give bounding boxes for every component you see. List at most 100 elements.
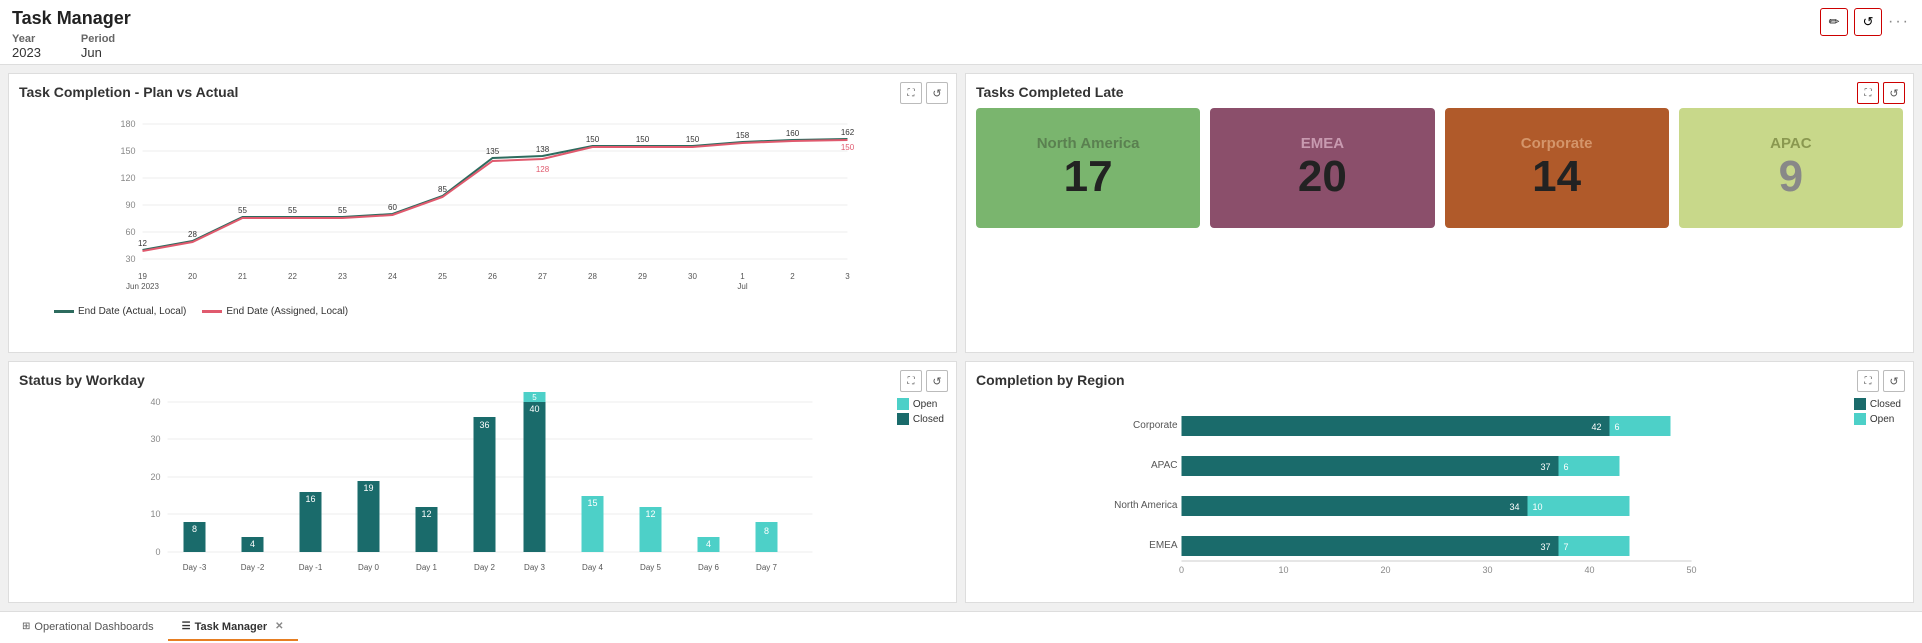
- workday-chart-svg: 0 10 20 30 40 8 Day -3 4 Day -2 16 Day -…: [19, 392, 946, 592]
- svg-text:7: 7: [1564, 542, 1569, 552]
- svg-text:24: 24: [388, 272, 397, 281]
- late-card-value-2: 14: [1532, 152, 1581, 202]
- line-chart-svg: 30 60 90 120 150 180 12 28 55 55 55 60 8…: [19, 104, 946, 304]
- edit-dashboard-button[interactable]: ✏: [1820, 8, 1848, 36]
- svg-text:28: 28: [188, 230, 197, 239]
- svg-text:23: 23: [338, 272, 347, 281]
- more-options-button[interactable]: ···: [1888, 13, 1910, 31]
- svg-text:34: 34: [1509, 502, 1519, 512]
- svg-text:37: 37: [1540, 542, 1550, 552]
- region-open-label: Open: [1870, 414, 1894, 425]
- late-card-value-1: 20: [1298, 152, 1347, 202]
- tab-icon: ☰: [182, 621, 191, 632]
- header-actions: ✏ ↺ ···: [1820, 8, 1910, 36]
- workday-expand-button[interactable]: ⛶: [900, 370, 922, 392]
- svg-text:Day 3: Day 3: [524, 563, 545, 572]
- svg-text:5: 5: [532, 393, 537, 402]
- late-card-corporate[interactable]: Corporate 14: [1445, 108, 1669, 228]
- svg-text:60: 60: [125, 227, 135, 237]
- svg-text:150: 150: [120, 146, 135, 156]
- svg-text:158: 158: [736, 131, 750, 140]
- period-filter: Period Jun: [81, 33, 115, 60]
- svg-text:160: 160: [786, 129, 800, 138]
- tasks-late-expand-button[interactable]: ⛶: [1857, 82, 1879, 104]
- svg-text:10: 10: [150, 509, 160, 519]
- tab-bar: ⊞ Operational Dashboards ☰ Task Manager …: [0, 611, 1922, 643]
- late-cards-container: North America 17 EMEA 20 Corporate 14 AP…: [976, 108, 1903, 228]
- svg-text:Day 4: Day 4: [582, 563, 603, 572]
- svg-text:30: 30: [688, 272, 697, 281]
- svg-text:36: 36: [479, 420, 489, 430]
- svg-text:162: 162: [841, 128, 855, 137]
- svg-text:16: 16: [305, 494, 315, 504]
- tasks-late-actions: ⛶ ↺: [1857, 82, 1905, 104]
- svg-text:55: 55: [288, 206, 297, 215]
- late-card-apac[interactable]: APAC 9: [1679, 108, 1903, 228]
- region-title: Completion by Region: [976, 372, 1903, 388]
- svg-text:40: 40: [529, 404, 539, 414]
- region-refresh-button[interactable]: ↺: [1883, 370, 1905, 392]
- svg-text:30: 30: [1482, 565, 1492, 575]
- svg-text:APAC: APAC: [1151, 460, 1178, 471]
- tasks-late-title: Tasks Completed Late: [976, 84, 1903, 100]
- svg-text:Day 0: Day 0: [358, 563, 379, 572]
- tab-operational[interactable]: ⊞ Operational Dashboards: [8, 615, 168, 641]
- tab-task-manager[interactable]: ☰ Task Manager ✕: [168, 615, 298, 641]
- svg-text:6: 6: [1615, 422, 1620, 432]
- dashboard-grid: Task Completion - Plan vs Actual ⛶ ↺ 30 …: [0, 65, 1922, 611]
- svg-text:37: 37: [1540, 462, 1550, 472]
- late-card-region-2: Corporate: [1521, 135, 1593, 152]
- svg-text:85: 85: [438, 185, 447, 194]
- late-card-north-america[interactable]: North America 17: [976, 108, 1200, 228]
- svg-text:30: 30: [125, 254, 135, 264]
- svg-text:26: 26: [488, 272, 497, 281]
- svg-text:0: 0: [155, 547, 160, 557]
- svg-text:40: 40: [150, 397, 160, 407]
- svg-text:150: 150: [586, 135, 600, 144]
- svg-text:29: 29: [638, 272, 647, 281]
- period-label: Period: [81, 33, 115, 45]
- workday-closed-label: Closed: [913, 414, 944, 425]
- svg-text:138: 138: [536, 145, 550, 154]
- svg-text:60: 60: [388, 203, 397, 212]
- line-chart-expand-button[interactable]: ⛶: [900, 82, 922, 104]
- svg-text:10: 10: [1278, 565, 1288, 575]
- grid-icon: ⊞: [22, 621, 30, 632]
- tasks-late-refresh-button[interactable]: ↺: [1883, 82, 1905, 104]
- late-card-region-0: North America: [1037, 135, 1140, 152]
- region-panel: Completion by Region ⛶ ↺ Closed Open Cor…: [965, 361, 1914, 603]
- tab-close-icon[interactable]: ✕: [275, 621, 283, 632]
- svg-text:4: 4: [250, 539, 255, 549]
- svg-text:50: 50: [1686, 565, 1696, 575]
- header-left: Task Manager Year 2023 Period Jun: [12, 8, 131, 60]
- workday-title: Status by Workday: [19, 372, 946, 388]
- svg-text:12: 12: [645, 509, 655, 519]
- svg-text:42: 42: [1591, 422, 1601, 432]
- legend-actual: End Date (Actual, Local): [54, 306, 186, 317]
- svg-text:30: 30: [150, 434, 160, 444]
- late-card-value-0: 17: [1064, 152, 1113, 202]
- svg-text:2: 2: [790, 272, 795, 281]
- workday-refresh-button[interactable]: ↺: [926, 370, 948, 392]
- period-value: Jun: [81, 45, 115, 60]
- svg-text:6: 6: [1564, 462, 1569, 472]
- svg-text:150: 150: [636, 135, 650, 144]
- svg-text:0: 0: [1179, 565, 1184, 575]
- svg-text:20: 20: [1380, 565, 1390, 575]
- svg-text:128: 128: [536, 165, 550, 174]
- svg-text:28: 28: [588, 272, 597, 281]
- svg-text:21: 21: [238, 272, 247, 281]
- region-chart-svg: Corporate 42 6 APAC 37 6 North America 3…: [976, 396, 1903, 586]
- svg-text:150: 150: [841, 143, 855, 152]
- svg-text:25: 25: [438, 272, 447, 281]
- region-expand-button[interactable]: ⛶: [1857, 370, 1879, 392]
- line-chart-refresh-button[interactable]: ↺: [926, 82, 948, 104]
- svg-text:Jul: Jul: [737, 282, 747, 291]
- refresh-dashboard-button[interactable]: ↺: [1854, 8, 1882, 36]
- workday-actions: ⛶ ↺: [900, 370, 948, 392]
- svg-text:19: 19: [363, 483, 373, 493]
- svg-text:North America: North America: [1114, 500, 1178, 511]
- late-card-emea[interactable]: EMEA 20: [1210, 108, 1434, 228]
- assigned-line: [143, 140, 848, 251]
- svg-text:22: 22: [288, 272, 297, 281]
